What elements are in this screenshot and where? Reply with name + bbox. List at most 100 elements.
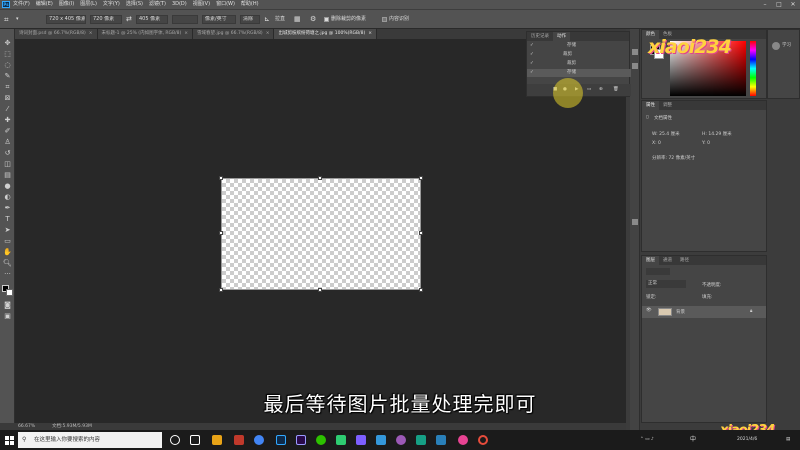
input-language[interactable]: 中 — [690, 430, 696, 450]
resolution-unit-select[interactable]: 像素/英寸 — [202, 15, 236, 24]
maximize-icon[interactable]: □ — [772, 0, 786, 9]
screen-mode-icon[interactable]: ▣ — [3, 312, 12, 321]
app-icon[interactable] — [234, 435, 244, 445]
tab-document-2[interactable]: 未标题-1 @ 25% (内如图字体, RGB/8) × — [97, 29, 194, 39]
crop-resolution-input[interactable] — [172, 15, 198, 24]
close-icon[interactable]: ✕ — [786, 0, 800, 9]
menu-type[interactable]: 文字(Y) — [103, 0, 120, 9]
action-row-selected[interactable]: ✓ 存储 — [527, 69, 631, 77]
hue-slider[interactable] — [750, 41, 756, 96]
tab-layers[interactable]: 图层 — [642, 256, 659, 265]
height-value[interactable]: H: 14.29 厘米 — [702, 131, 732, 137]
layer-name[interactable]: 背景 — [676, 309, 685, 315]
menu-file[interactable]: 文件(F) — [13, 0, 30, 9]
crop-handle[interactable] — [219, 231, 223, 235]
lasso-tool-icon[interactable]: ◌ — [3, 61, 12, 70]
dodge-tool-icon[interactable]: ◐ — [3, 193, 12, 202]
visibility-eye-icon[interactable]: 👁︎ — [646, 308, 652, 313]
blend-mode-select[interactable]: 正常 — [646, 280, 686, 288]
learn-icon[interactable] — [772, 42, 780, 50]
app-icon[interactable] — [376, 435, 386, 445]
history-brush-tool-icon[interactable]: ↺ — [3, 149, 12, 158]
menu-3d[interactable]: 3D(D) — [172, 0, 187, 9]
background-color-swatch[interactable] — [6, 289, 13, 296]
tab-document-4[interactable]: 出城剪枝缤纷荷塘之.jpg @ 100%(RGB/8) × — [274, 29, 377, 39]
x-value[interactable]: X: 0 — [652, 141, 661, 146]
new-set-icon[interactable]: ▭ — [587, 87, 591, 92]
swap-icon[interactable]: ⇄ — [126, 15, 132, 24]
chrome-icon[interactable] — [254, 435, 264, 445]
tab-paths[interactable]: 路径 — [676, 256, 693, 265]
app-icon[interactable] — [416, 435, 426, 445]
close-icon[interactable]: × — [266, 31, 270, 36]
menu-layer[interactable]: 图层(L) — [80, 0, 97, 9]
width-value[interactable]: W: 25.4 厘米 — [652, 131, 680, 137]
action-row[interactable]: ✓ 存储 — [527, 42, 631, 50]
chevron-down-icon[interactable]: ▾ — [16, 15, 19, 24]
check-icon[interactable]: ✓ — [530, 60, 534, 68]
delete-cropped-checkbox[interactable] — [324, 17, 329, 22]
app-icon[interactable] — [478, 435, 488, 445]
tab-document-1[interactable]: 诗词封面.psd @ 66.7%(RGB/8) × — [15, 29, 98, 39]
frame-tool-icon[interactable]: ⊠ — [3, 94, 12, 103]
blur-tool-icon[interactable]: ● — [3, 182, 12, 191]
cortana-icon[interactable] — [170, 435, 180, 445]
task-view-icon[interactable] — [190, 435, 200, 445]
new-action-icon[interactable]: ⊕ — [599, 87, 603, 92]
menu-filter[interactable]: 滤镜(T) — [149, 0, 166, 9]
file-explorer-icon[interactable] — [212, 435, 222, 445]
app-icon[interactable] — [356, 435, 366, 445]
tab-channels[interactable]: 通道 — [659, 256, 676, 265]
clear-button[interactable]: 清除 — [240, 15, 260, 24]
crop-handle[interactable] — [419, 176, 423, 180]
straighten-icon[interactable]: ⊾ — [264, 15, 270, 24]
crop-preset-select[interactable]: 720 x 405 像素 — [46, 15, 86, 24]
lock-icon[interactable]: 🔒︎ — [750, 308, 752, 314]
app-icon[interactable] — [436, 435, 446, 445]
photoshop-taskbar-icon[interactable] — [276, 435, 286, 445]
tool-preset-icon[interactable] — [632, 219, 638, 225]
rectangle-tool-icon[interactable]: ▭ — [3, 237, 12, 246]
clone-stamp-tool-icon[interactable]: ♙ — [3, 138, 12, 147]
layer-row[interactable]: 👁︎ 背景 🔒︎ — [642, 306, 766, 318]
overlay-grid-icon[interactable]: ▦ — [294, 15, 301, 24]
straighten-label[interactable]: 拉直 — [275, 15, 285, 24]
minimize-icon[interactable]: – — [758, 0, 772, 9]
learn-label[interactable]: 学习 — [782, 42, 791, 48]
crop-handle[interactable] — [219, 176, 223, 180]
start-button[interactable] — [0, 430, 18, 450]
path-select-tool-icon[interactable]: ➤ — [3, 226, 12, 235]
taskbar-search-input[interactable]: 在这里输入你要搜索的内容 — [18, 432, 162, 448]
quick-select-tool-icon[interactable]: ✎ — [3, 72, 12, 81]
crop-width-input[interactable]: 720 像素 — [90, 15, 122, 24]
menu-image[interactable]: 图像(I) — [59, 0, 74, 9]
check-icon[interactable]: ✓ — [530, 69, 534, 77]
actions-panel-icon[interactable] — [632, 63, 638, 69]
tab-actions[interactable]: 动作 — [553, 32, 570, 41]
menu-view[interactable]: 视图(V) — [193, 0, 210, 9]
gradient-tool-icon[interactable]: ▤ — [3, 171, 12, 180]
history-panel-icon[interactable] — [632, 49, 638, 55]
menu-select[interactable]: 选择(S) — [126, 0, 143, 9]
brush-tool-icon[interactable]: ✐ — [3, 127, 12, 136]
zoom-tool-icon[interactable]: 🔍︎ — [3, 259, 12, 268]
tray-icons[interactable]: ⌃ ▭ ♪ — [640, 430, 654, 450]
trash-icon[interactable]: 🗑︎ — [613, 87, 619, 92]
crop-tool-icon[interactable]: ⌗ — [3, 83, 12, 92]
crop-handle[interactable] — [318, 288, 322, 292]
tab-adjustments[interactable]: 调整 — [659, 101, 676, 110]
eyedropper-tool-icon[interactable]: ⁄ — [3, 105, 12, 114]
app-icon[interactable] — [396, 435, 406, 445]
eraser-tool-icon[interactable]: ◫ — [3, 160, 12, 169]
app-icon[interactable] — [458, 435, 468, 445]
y-value[interactable]: Y: 0 — [702, 141, 710, 146]
crop-handle[interactable] — [419, 288, 423, 292]
tab-properties[interactable]: 属性 — [642, 101, 659, 110]
crop-handle[interactable] — [318, 176, 322, 180]
crop-handle[interactable] — [219, 288, 223, 292]
gear-icon[interactable]: ⚙ — [310, 15, 316, 24]
quick-mask-icon[interactable]: ◙ — [3, 301, 12, 310]
app-icon[interactable] — [336, 435, 346, 445]
layer-filter-select[interactable] — [646, 268, 670, 275]
taskbar-date[interactable]: 2021/4/6 — [737, 434, 757, 446]
